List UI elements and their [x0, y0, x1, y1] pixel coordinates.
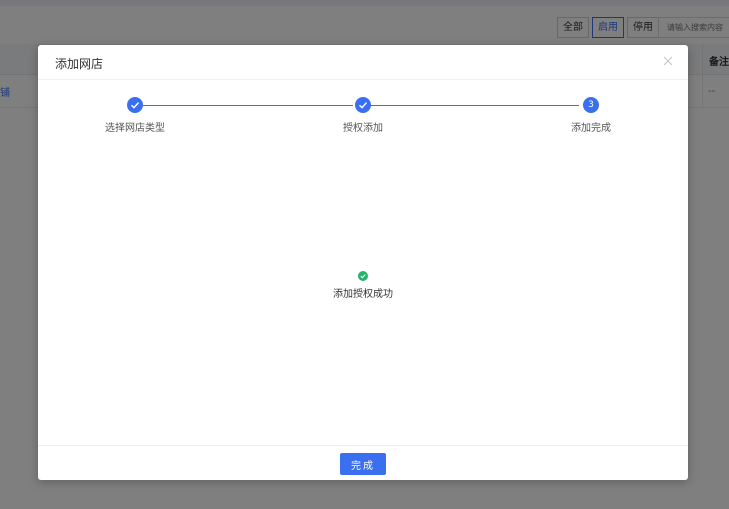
step-3-label: 添加完成 — [571, 123, 611, 134]
dialog-footer: 完成 — [38, 445, 688, 480]
step-connector-2 — [369, 105, 579, 106]
progress-steps: 3 选择网店类型 授权添加 添加完成 — [38, 97, 688, 137]
step-3-number: 3 — [583, 97, 599, 113]
dialog-title: 添加网店 — [55, 57, 104, 71]
step-1-label: 选择网店类型 — [105, 123, 165, 134]
step-1-check-icon — [127, 97, 143, 113]
step-2-label: 授权添加 — [343, 123, 383, 134]
step-connector-1 — [143, 105, 353, 106]
step-2-check-icon — [355, 97, 371, 113]
done-button[interactable]: 完成 — [340, 453, 386, 475]
dialog-header: 添加网店 — [38, 45, 688, 80]
success-message: 添加授权成功 — [38, 271, 688, 300]
close-icon[interactable] — [661, 54, 675, 68]
success-text: 添加授权成功 — [333, 289, 393, 300]
add-shop-dialog: 添加网店 3 选择网店类型 授权添加 添加完成 添加授权成功 完成 — [38, 45, 688, 480]
success-check-icon — [358, 271, 368, 281]
